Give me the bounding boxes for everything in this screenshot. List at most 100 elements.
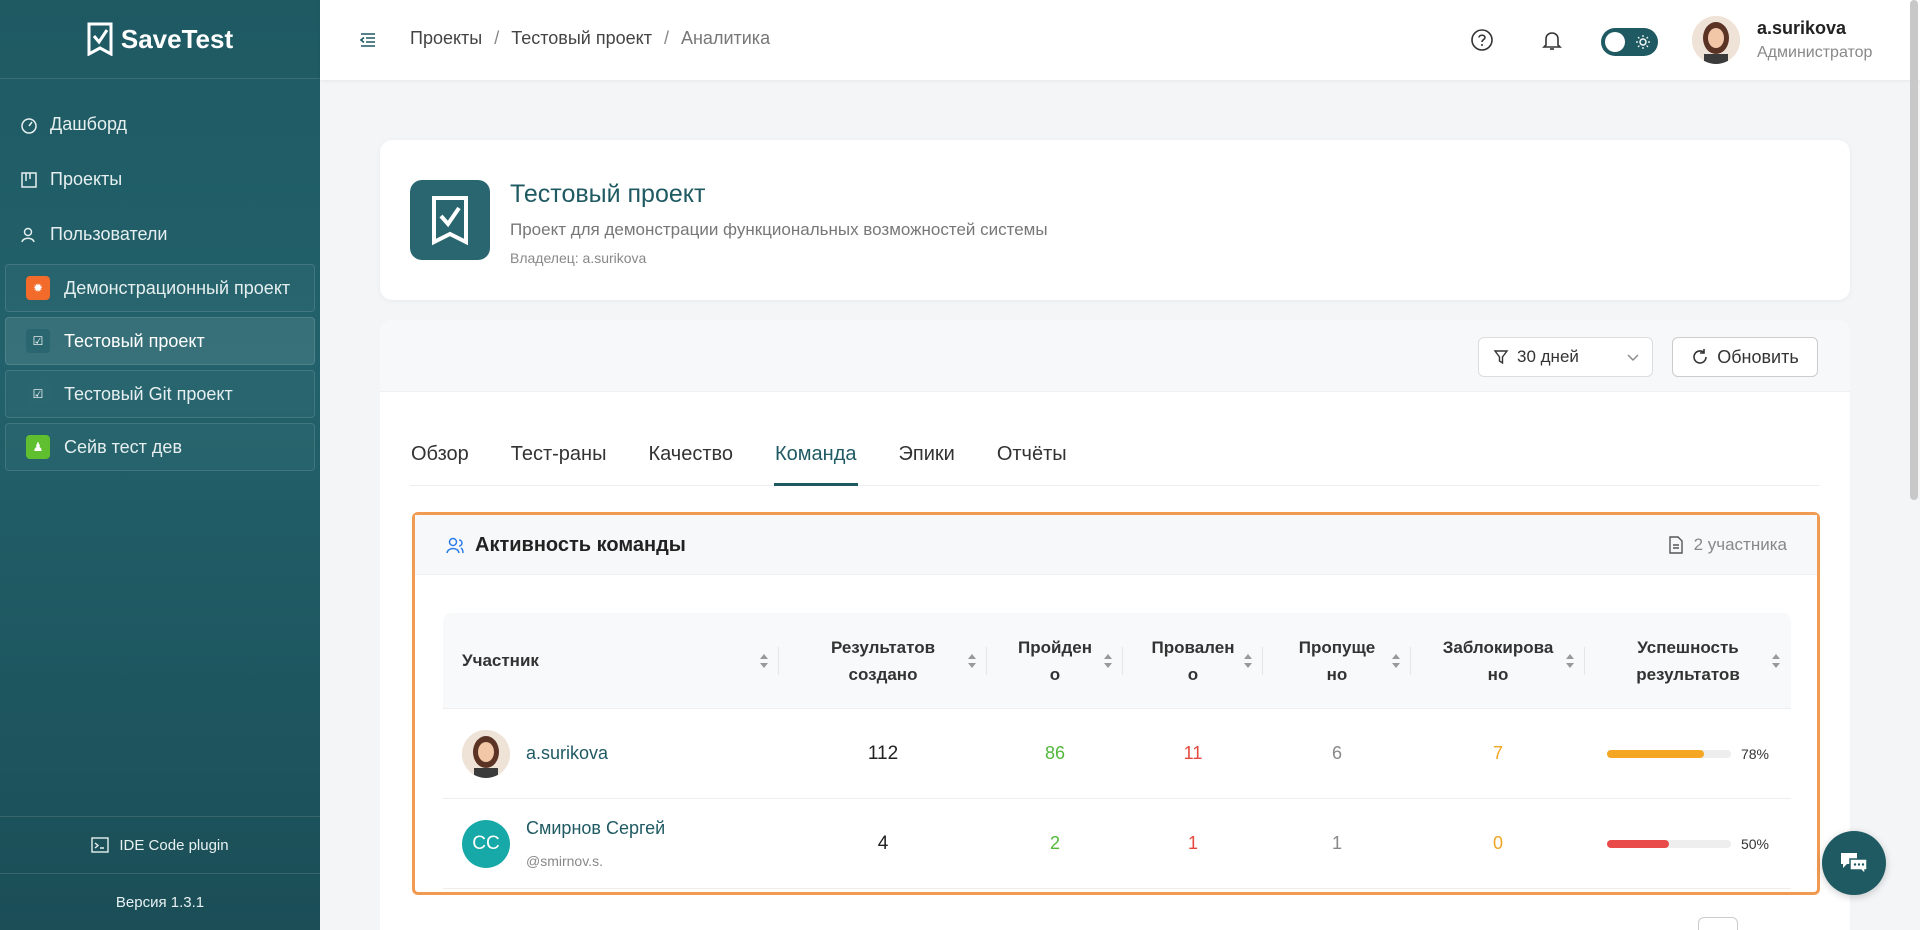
success-progress-bar <box>1606 839 1731 848</box>
users-icon <box>21 227 35 242</box>
project-badge-icon: ☑ <box>26 382 50 406</box>
nav-label: Дашборд <box>50 114 128 134</box>
app-logo[interactable]: SaveTest <box>0 0 320 79</box>
member-name[interactable]: Смирнов Сергей <box>526 818 665 839</box>
member-avatar <box>462 729 510 778</box>
project-item-git[interactable]: ☑ Тестовый Git проект <box>5 370 315 418</box>
logo-icon <box>87 22 113 56</box>
member-avatar: СС <box>462 819 510 868</box>
breadcrumb: Проекты / Тестовый проект / Аналитика <box>410 28 770 49</box>
project-description: Проект для демонстрации функциональных в… <box>510 220 1048 239</box>
chevron-down-icon <box>1627 354 1639 361</box>
breadcrumb-current: Аналитика <box>680 28 771 48</box>
top-header: Проекты / Тестовый проект / Аналитика a.… <box>320 0 1920 80</box>
skipped-value: 1 <box>1331 833 1342 853</box>
team-activity-header: Активность команды 2 участника <box>415 515 1817 575</box>
breadcrumb-project[interactable]: Тестовый проект <box>511 28 652 49</box>
avatar-image <box>462 729 510 778</box>
created-cell: 112 <box>779 709 987 798</box>
skipped-cell: 1 <box>1263 799 1411 888</box>
member-login: @smirnov.s. <box>526 853 603 869</box>
success-percent: 50% <box>1740 835 1770 852</box>
column-header-created[interactable]: Результатов создано <box>779 613 987 708</box>
column-header-passed[interactable]: Пройден о <box>987 613 1123 708</box>
column-label: Успешность результатов <box>1636 637 1740 684</box>
android-icon: ♟ <box>26 435 50 459</box>
blocked-value: 0 <box>1492 833 1503 853</box>
avatar-image <box>1692 16 1740 64</box>
ide-plugin-label: IDE Code plugin <box>119 836 229 854</box>
project-item-dev[interactable]: ♟ Сейв тест дев <box>5 423 315 471</box>
ide-plugin-link[interactable]: IDE Code plugin <box>0 816 320 873</box>
project-info-card: Тестовый проект Проект для демонстрации … <box>380 140 1850 300</box>
column-header-member[interactable]: Участник <box>443 613 779 708</box>
toggle-knob <box>1605 32 1625 52</box>
column-label: Пропуще но <box>1298 637 1376 684</box>
collapse-menu-icon[interactable] <box>358 30 378 50</box>
success-progress-fill <box>1606 839 1669 848</box>
pagination-button[interactable] <box>1698 917 1738 930</box>
breadcrumb-projects[interactable]: Проекты <box>410 28 482 49</box>
member-cell: СС Смирнов Сергей @smirnov.s. <box>443 799 779 888</box>
failed-cell: 11 <box>1123 709 1263 798</box>
chat-button[interactable] <box>1822 831 1886 895</box>
project-item-demo[interactable]: ✹ Демонстрационный проект <box>5 264 315 312</box>
nav-item-projects[interactable]: Проекты <box>0 152 320 207</box>
refresh-label: Обновить <box>1717 346 1799 367</box>
team-table: Участник Результатов создано Пройден о Про… <box>443 613 1791 889</box>
member-cell: a.surikova <box>443 709 779 798</box>
projects-icon <box>21 171 37 188</box>
nav-item-dashboard[interactable]: Дашборд <box>0 97 320 152</box>
help-icon[interactable] <box>1470 28 1494 52</box>
passed-cell: 2 <box>987 799 1123 888</box>
column-label: Заблокирова но <box>1442 637 1554 684</box>
tab-epics[interactable]: Эпики <box>898 440 956 486</box>
team-member-count: 2 участника <box>1668 535 1787 555</box>
success-progress-bar <box>1606 749 1731 758</box>
tab-test-runs[interactable]: Тест-раны <box>510 440 608 486</box>
tab-reports[interactable]: Отчёты <box>996 440 1068 486</box>
tab-quality[interactable]: Качество <box>647 440 734 486</box>
sort-icon <box>1566 654 1574 668</box>
nav-item-users[interactable]: Пользователи <box>0 207 320 262</box>
chat-icon <box>1841 853 1868 876</box>
column-header-success[interactable]: Успешность результатов <box>1585 613 1791 708</box>
refresh-button[interactable]: Обновить <box>1672 337 1818 377</box>
column-header-blocked[interactable]: Заблокирова но <box>1411 613 1585 708</box>
analytics-tabs: Обзор Тест-раны Качество Команда Эпики О… <box>410 440 1820 486</box>
bell-icon[interactable] <box>1540 28 1564 52</box>
team-title-text: Активность команды <box>475 534 686 556</box>
nav-label: Пользователи <box>50 224 168 244</box>
column-header-failed[interactable]: Провален о <box>1123 613 1263 708</box>
page-scrollbar[interactable] <box>1910 0 1918 500</box>
created-cell: 4 <box>779 799 987 888</box>
success-cell: 78% <box>1585 709 1791 798</box>
tab-team[interactable]: Команда <box>774 440 858 486</box>
terminal-icon <box>91 837 110 853</box>
member-name[interactable]: a.surikova <box>526 743 608 764</box>
project-owner: Владелец: a.surikova <box>510 250 647 266</box>
tab-overview[interactable]: Обзор <box>410 440 470 486</box>
sidebar: SaveTest Дашборд Проекты Пользователи ✹ … <box>0 0 320 930</box>
theme-toggle[interactable] <box>1601 28 1658 56</box>
project-item-test[interactable]: ☑ Тестовый проект <box>5 317 315 365</box>
column-header-skipped[interactable]: Пропуще но <box>1263 613 1411 708</box>
sidebar-footer: IDE Code plugin Версия 1.3.1 <box>0 816 320 930</box>
user-avatar[interactable] <box>1692 16 1740 64</box>
success-percent: 78% <box>1740 745 1770 762</box>
filter-icon <box>1493 350 1509 365</box>
project-label: Тестовый Git проект <box>64 383 233 404</box>
breadcrumb-separator: / <box>494 28 500 48</box>
failed-cell: 1 <box>1123 799 1263 888</box>
period-select[interactable]: 30 дней <box>1478 337 1653 377</box>
success-progress-fill <box>1606 749 1704 758</box>
member-name-block: Смирнов Сергей @smirnov.s. <box>526 818 665 869</box>
app-name: SaveTest <box>120 23 234 54</box>
user-name: a.surikova <box>1757 18 1847 38</box>
project-badge-icon: ☑ <box>26 329 50 353</box>
user-role: Администратор <box>1757 44 1873 61</box>
dashboard-icon <box>21 117 37 134</box>
table-row[interactable]: СС Смирнов Сергей @smirnov.s. 4 2 1 1 0 … <box>443 799 1791 889</box>
table-row[interactable]: a.surikova 112 86 11 6 7 78% <box>443 709 1791 799</box>
sort-icon <box>1244 654 1252 668</box>
